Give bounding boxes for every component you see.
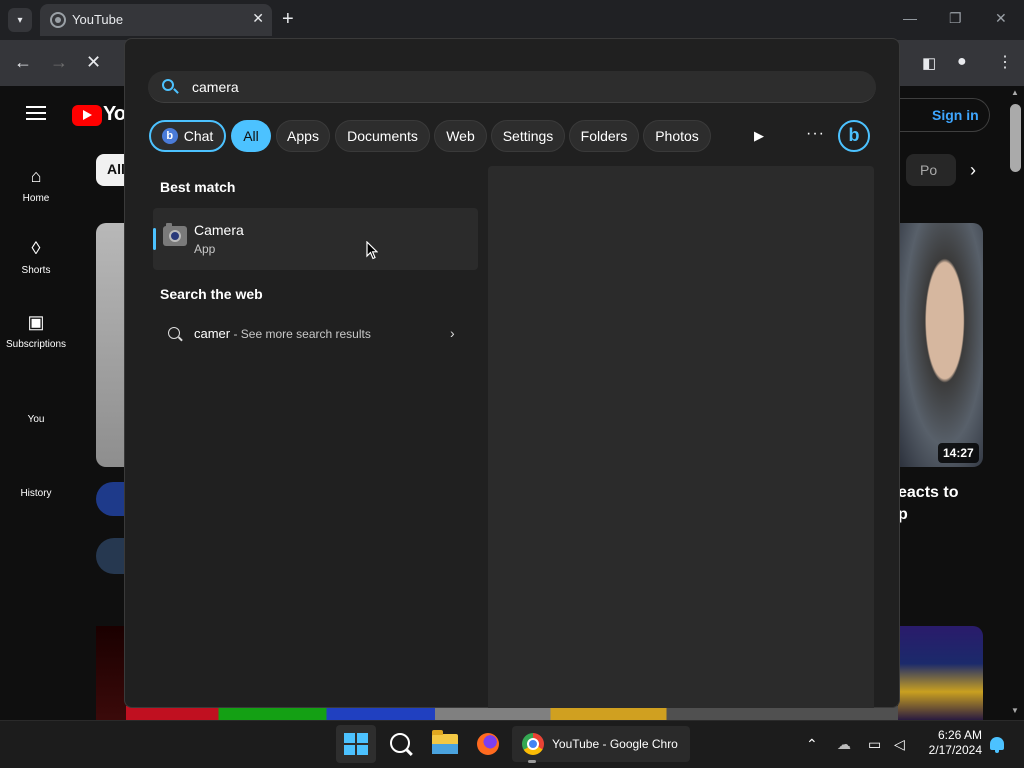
forward-icon[interactable]: →	[50, 52, 68, 73]
filter-apps[interactable]: Apps	[276, 120, 330, 152]
system-clock[interactable]: 6:26 AM 2/17/2024	[920, 728, 982, 758]
onedrive-cloud-icon[interactable]: ☁	[837, 736, 851, 753]
more-filters-play-icon[interactable]: ▶	[754, 128, 764, 144]
show-hidden-icons-icon[interactable]: ⌃	[806, 736, 818, 753]
filter-documents[interactable]: Documents	[335, 120, 430, 152]
bing-chat-icon: b	[161, 128, 178, 144]
video-thumbnail[interactable]	[898, 626, 983, 720]
minimize-icon[interactable]: —	[903, 10, 917, 26]
result-type: App	[194, 242, 216, 256]
web-query-text: camer - See more search results	[194, 326, 371, 341]
chevron-right-icon: ›	[450, 325, 455, 341]
start-button[interactable]	[336, 725, 376, 763]
video-thumbnail-strip[interactable]	[126, 706, 898, 720]
channel-avatar[interactable]	[96, 482, 126, 516]
filter-folders[interactable]: Folders	[569, 120, 639, 152]
search-icon	[168, 327, 180, 339]
chrome-menu-icon[interactable]: ⋮	[997, 52, 1013, 72]
side-panel-icon[interactable]: ◧	[922, 54, 936, 72]
video-title[interactable]: eacts to p	[898, 482, 958, 526]
video-thumbnail[interactable]	[96, 223, 126, 467]
filter-chat[interactable]: b Chat	[149, 120, 226, 152]
hamburger-menu-icon[interactable]	[26, 106, 46, 120]
sidebar-item-history[interactable]: History	[0, 488, 72, 499]
more-options-icon[interactable]: ···	[806, 125, 825, 143]
sign-in-button[interactable]: Sign in	[900, 98, 990, 132]
notification-bell-icon[interactable]	[990, 737, 1004, 753]
running-indicator	[528, 760, 536, 763]
window-close-icon[interactable]: ✕	[995, 10, 1007, 27]
partial-button[interactable]	[96, 538, 126, 574]
video-thumbnail[interactable]	[898, 223, 983, 467]
restore-icon[interactable]: ❐	[949, 10, 962, 27]
youtube-logo-icon[interactable]	[72, 105, 102, 126]
sidebar-item-label: Shorts	[21, 265, 51, 276]
search-icon	[162, 79, 174, 91]
camera-app-icon	[163, 223, 187, 246]
see-more-results-text: - See more search results	[230, 327, 371, 341]
scroll-up-icon[interactable]: ▲	[1011, 88, 1019, 97]
video-title-line: p	[898, 506, 908, 523]
subscriptions-icon: ▣	[27, 312, 45, 332]
tab-search-chevron-icon[interactable]: ▾	[8, 8, 32, 32]
windows-logo-icon	[344, 733, 368, 755]
mouse-cursor-icon	[366, 241, 378, 260]
chip-all[interactable]: All	[96, 154, 126, 186]
file-explorer-icon[interactable]	[432, 730, 458, 754]
search-web-heading: Search the web	[160, 286, 263, 302]
taskbar-chrome-window[interactable]: YouTube - Google Chro	[512, 726, 690, 762]
video-duration-badge: 14:27	[938, 443, 979, 463]
profile-icon[interactable]: ●	[957, 53, 967, 71]
stop-loading-icon[interactable]: ✕	[86, 52, 101, 73]
filter-web[interactable]: Web	[434, 120, 487, 152]
shorts-icon: ◊	[31, 238, 41, 258]
back-icon[interactable]: ←	[14, 52, 32, 73]
best-match-result[interactable]: Camera App	[153, 208, 478, 270]
taskbar-search-icon[interactable]	[390, 733, 410, 753]
chip-partial[interactable]: Po	[906, 154, 956, 186]
search-input[interactable]	[192, 79, 792, 95]
chrome-icon	[522, 733, 544, 755]
clock-date: 2/17/2024	[928, 743, 982, 757]
selection-indicator	[153, 228, 156, 250]
clock-time: 6:26 AM	[937, 728, 982, 742]
filter-photos[interactable]: Photos	[643, 120, 711, 152]
sidebar-item-you[interactable]: You	[0, 414, 72, 425]
video-thumbnail[interactable]	[96, 626, 126, 720]
new-tab-button[interactable]: +	[282, 8, 294, 30]
firefox-icon[interactable]	[477, 733, 499, 755]
scrollbar-thumb[interactable]	[1010, 104, 1021, 172]
taskbar-window-label: YouTube - Google Chro	[552, 737, 678, 751]
filter-all[interactable]: All	[231, 120, 271, 152]
sidebar-item-label: History	[20, 488, 52, 499]
loading-favicon-icon	[50, 12, 66, 28]
filter-settings[interactable]: Settings	[491, 120, 565, 152]
chevron-right-icon[interactable]: ›	[970, 160, 976, 181]
video-title-line: eacts to	[898, 484, 959, 501]
preview-pane	[488, 166, 874, 708]
home-icon: ⌂	[30, 166, 42, 186]
browser-tab-youtube[interactable]: YouTube ✕	[40, 4, 272, 36]
web-search-result[interactable]: camer - See more search results ›	[153, 316, 478, 352]
result-name: Camera	[194, 222, 244, 238]
search-box[interactable]	[148, 71, 876, 103]
network-icon[interactable]: ▭	[868, 736, 881, 753]
tab-close-icon[interactable]: ✕	[252, 10, 264, 27]
sidebar-item-label: You	[27, 414, 45, 425]
sidebar-item-label: Subscriptions	[5, 339, 67, 350]
sidebar-item-shorts[interactable]: ◊ Shorts	[0, 238, 72, 276]
bing-icon[interactable]: b	[838, 120, 870, 152]
web-query: camer	[194, 326, 231, 341]
sidebar-item-home[interactable]: ⌂ Home	[0, 166, 72, 204]
sidebar-item-subscriptions[interactable]: ▣ Subscriptions	[0, 312, 72, 350]
tab-title: YouTube	[72, 12, 124, 27]
filter-label: Chat	[183, 128, 214, 144]
best-match-heading: Best match	[160, 179, 236, 195]
scroll-down-icon[interactable]: ▼	[1011, 706, 1019, 715]
sidebar-item-label: Home	[22, 193, 50, 204]
volume-icon[interactable]: ◁	[894, 736, 905, 753]
